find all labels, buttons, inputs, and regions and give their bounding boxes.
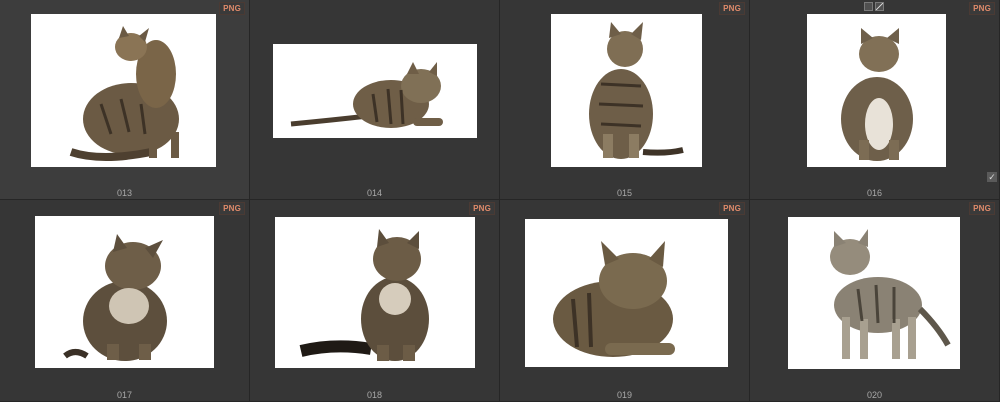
- kitten-sitting-icon: [299, 229, 429, 361]
- thumbnail-cell[interactable]: PNG 013: [0, 0, 250, 200]
- thumbnail-image[interactable]: [275, 217, 475, 368]
- thumbnail-label: 013: [116, 188, 133, 198]
- thumbnail-image[interactable]: [273, 44, 477, 138]
- cat-sitting-head-tilt-icon: [63, 234, 167, 361]
- thumbnail-cell[interactable]: PNG 016 ✓: [750, 0, 1000, 200]
- thumbnail-label: 019: [616, 390, 633, 400]
- thumbnail-label: 016: [866, 188, 883, 198]
- cat-walking-icon: [830, 229, 951, 359]
- select-icon[interactable]: [864, 2, 873, 11]
- file-type-badge: PNG: [219, 2, 245, 15]
- thumbnail-cell[interactable]: PNG 017: [0, 200, 250, 402]
- thumbnail-label: 014: [366, 188, 383, 198]
- cat-lying-icon: [553, 241, 675, 357]
- file-type-badge: PNG: [719, 202, 745, 215]
- thumbnail-tools: [864, 2, 884, 11]
- thumbnail-label: 018: [366, 390, 383, 400]
- cat-sitting-looking-back-icon: [69, 26, 179, 161]
- thumbnail-image[interactable]: [35, 216, 214, 368]
- thumbnail-cell[interactable]: PNG 019: [500, 200, 750, 402]
- file-type-badge: PNG: [719, 2, 745, 15]
- file-type-badge: PNG: [969, 202, 995, 215]
- thumbnail-label: 017: [116, 390, 133, 400]
- file-type-badge: PNG: [969, 2, 995, 15]
- thumbnail-image[interactable]: [31, 14, 216, 167]
- thumbnail-image[interactable]: [525, 219, 728, 367]
- thumbnail-image[interactable]: [788, 217, 960, 369]
- file-type-badge: PNG: [219, 202, 245, 215]
- thumbnail-cell[interactable]: PNG 018: [250, 200, 500, 402]
- thumbnail-cell[interactable]: PNG 020: [750, 200, 1000, 402]
- cat-sitting-icon: [589, 22, 684, 159]
- thumbnail-image[interactable]: [807, 14, 946, 167]
- thumbnail-label: 020: [866, 390, 883, 400]
- check-icon[interactable]: ✓: [987, 172, 997, 182]
- edit-icon[interactable]: [875, 2, 884, 11]
- thumbnail-image[interactable]: [551, 14, 702, 167]
- cat-sitting-front-icon: [841, 28, 913, 161]
- file-type-badge: PNG: [469, 202, 495, 215]
- thumbnail-cell[interactable]: PNG 015: [500, 0, 750, 200]
- thumbnail-cell[interactable]: 014: [250, 0, 500, 200]
- thumbnail-label: 015: [616, 188, 633, 198]
- cat-crouching-icon: [290, 62, 443, 128]
- thumbnail-grid: PNG 013 014 PNG 015 PNG 016 ✓ PNG 017 PN…: [0, 0, 1000, 402]
